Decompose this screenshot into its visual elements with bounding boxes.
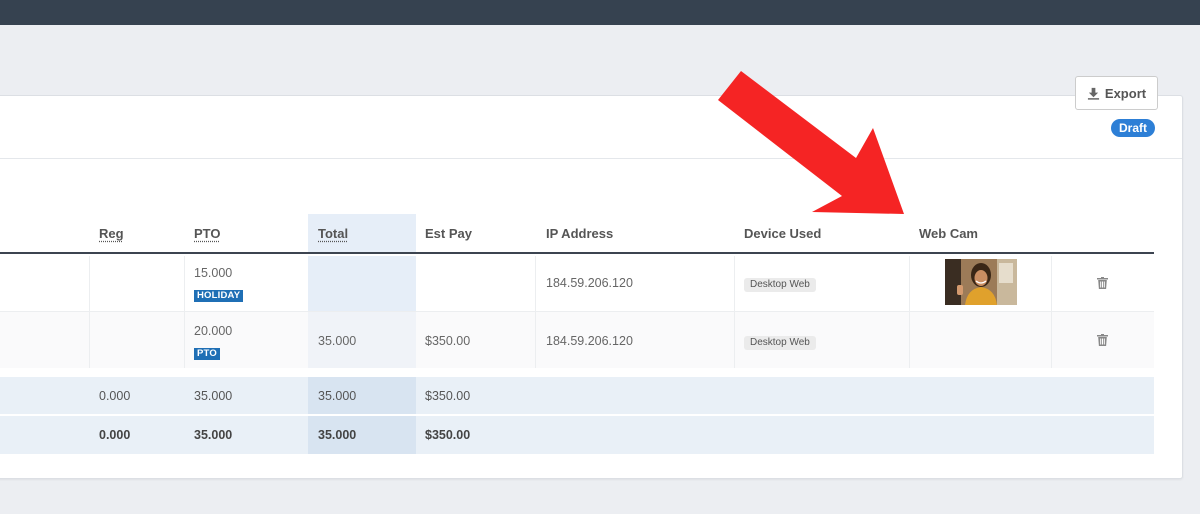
trash-icon[interactable]	[1097, 334, 1108, 346]
grand-total-total: 35.000	[318, 428, 357, 442]
grand-total-pto: 35.000	[194, 428, 233, 442]
header-reg[interactable]: Reg	[99, 226, 124, 241]
trash-icon[interactable]	[1097, 277, 1108, 289]
total-hours: 35.000	[318, 334, 357, 348]
subtotal-total: 35.000	[318, 389, 357, 403]
device-badge: Desktop Web	[744, 336, 816, 350]
subtotal-est-pay: $350.00	[425, 389, 471, 403]
grand-total-reg: 0.000	[99, 428, 131, 442]
ip-address: 184.59.206.120	[546, 334, 633, 348]
ip-address: 184.59.206.120	[546, 276, 633, 290]
pto-hours: 15.000	[194, 266, 233, 280]
grand-total-est-pay: $350.00	[425, 428, 471, 442]
header-est-pay: Est Pay	[425, 226, 472, 241]
top-navigation-bar	[0, 0, 1200, 25]
status-badge: Draft	[1110, 119, 1155, 137]
subtotal-row: 0.000 35.000 35.000 $350.00	[0, 377, 1154, 414]
pto-type-tag: PTO	[194, 348, 220, 360]
pto-type-tag: HOLIDAY	[194, 290, 244, 302]
device-badge: Desktop Web	[744, 278, 816, 292]
card-header: Draft	[0, 96, 1182, 159]
est-pay: $350.00	[425, 334, 471, 348]
header-ip-address: IP Address	[546, 226, 614, 241]
header-total[interactable]: Total	[318, 226, 348, 241]
webcam-photo[interactable]	[945, 259, 1017, 305]
table-row: 20.000 PTO 35.000 $350.00 184.59.206.120…	[0, 312, 1154, 368]
header-pto[interactable]: PTO	[194, 226, 221, 241]
export-label: Export	[1104, 85, 1147, 101]
header-web-cam: Web Cam	[919, 226, 978, 241]
header-device-used: Device Used	[744, 226, 822, 241]
grand-total-row: 0.000 35.000 35.000 $350.00	[0, 416, 1154, 454]
table-header: Reg PTO Total Est Pay IP Address Device …	[0, 214, 1154, 254]
subtotal-reg: 0.000	[99, 389, 131, 403]
download-icon	[1087, 87, 1099, 100]
subtotal-pto: 35.000	[194, 389, 233, 403]
export-button[interactable]: Export	[1075, 76, 1158, 110]
pto-hours: 20.000	[194, 324, 233, 338]
